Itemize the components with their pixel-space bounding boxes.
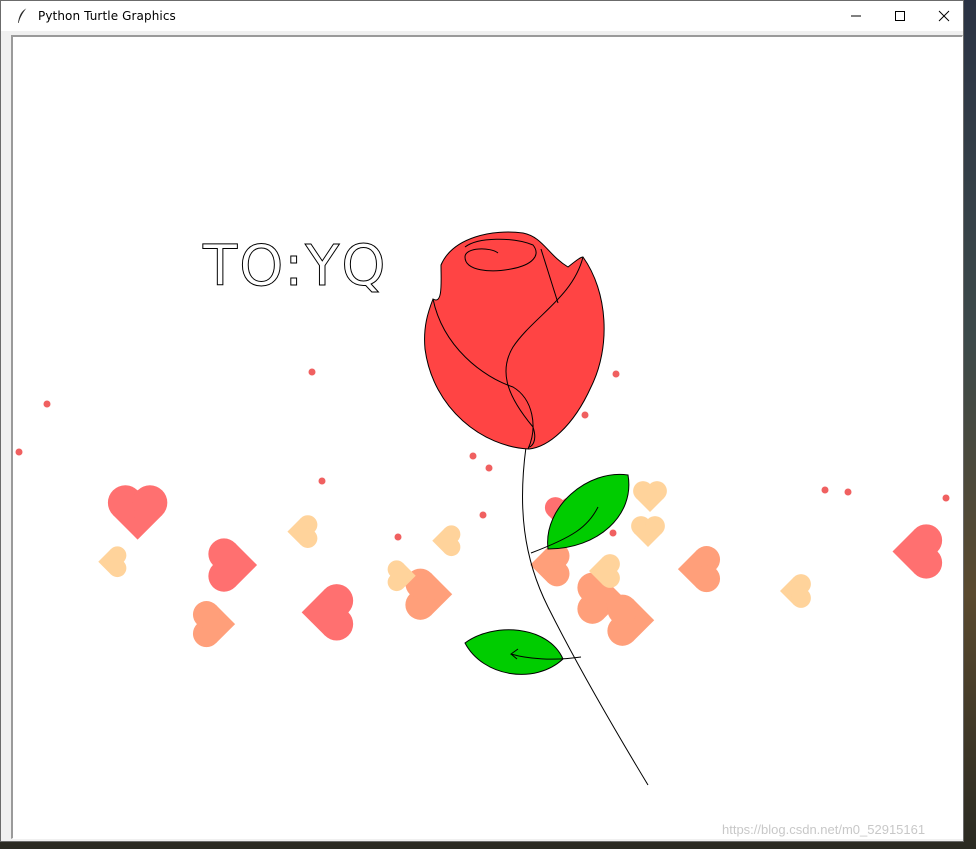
heart [100, 465, 175, 540]
dot [394, 533, 402, 541]
close-button[interactable] [921, 1, 967, 31]
dot [469, 452, 477, 460]
dot [15, 448, 23, 456]
heart [677, 540, 736, 598]
rose-bloom [424, 231, 605, 450]
dot [821, 486, 829, 494]
maximize-button[interactable] [877, 1, 923, 31]
dot [581, 411, 589, 419]
greeting-text: TO:YQ [202, 234, 387, 299]
heart [301, 577, 372, 648]
close-icon [938, 10, 950, 22]
minimize-icon [851, 15, 861, 17]
heart [190, 531, 258, 599]
heart [892, 517, 960, 586]
title-bar[interactable]: Python Turtle Graphics [1, 1, 963, 31]
dot [485, 464, 493, 472]
upper-leaf [530, 473, 630, 554]
maximize-icon [895, 11, 905, 21]
dot [942, 494, 950, 502]
heart [779, 569, 823, 613]
watermark-text: https://blog.csdn.net/m0_52915161 [722, 822, 926, 837]
heart [287, 511, 329, 552]
dot [844, 488, 852, 496]
heart [177, 595, 236, 653]
hearts-layer [98, 465, 960, 653]
minimize-button[interactable] [833, 1, 879, 31]
dot [612, 370, 620, 378]
dot [609, 529, 617, 537]
dot [318, 477, 326, 485]
dot [479, 511, 487, 519]
turtle-canvas[interactable]: TO:YQ [11, 35, 963, 839]
heart [432, 521, 471, 560]
dot [308, 368, 316, 376]
heart [98, 542, 137, 581]
heart [626, 504, 670, 548]
feather-icon [15, 7, 31, 25]
window-title: Python Turtle Graphics [38, 9, 176, 23]
dot [43, 400, 51, 408]
turtle-window: Python Turtle Graphics TO:YQ [0, 0, 964, 842]
heart [628, 469, 672, 513]
